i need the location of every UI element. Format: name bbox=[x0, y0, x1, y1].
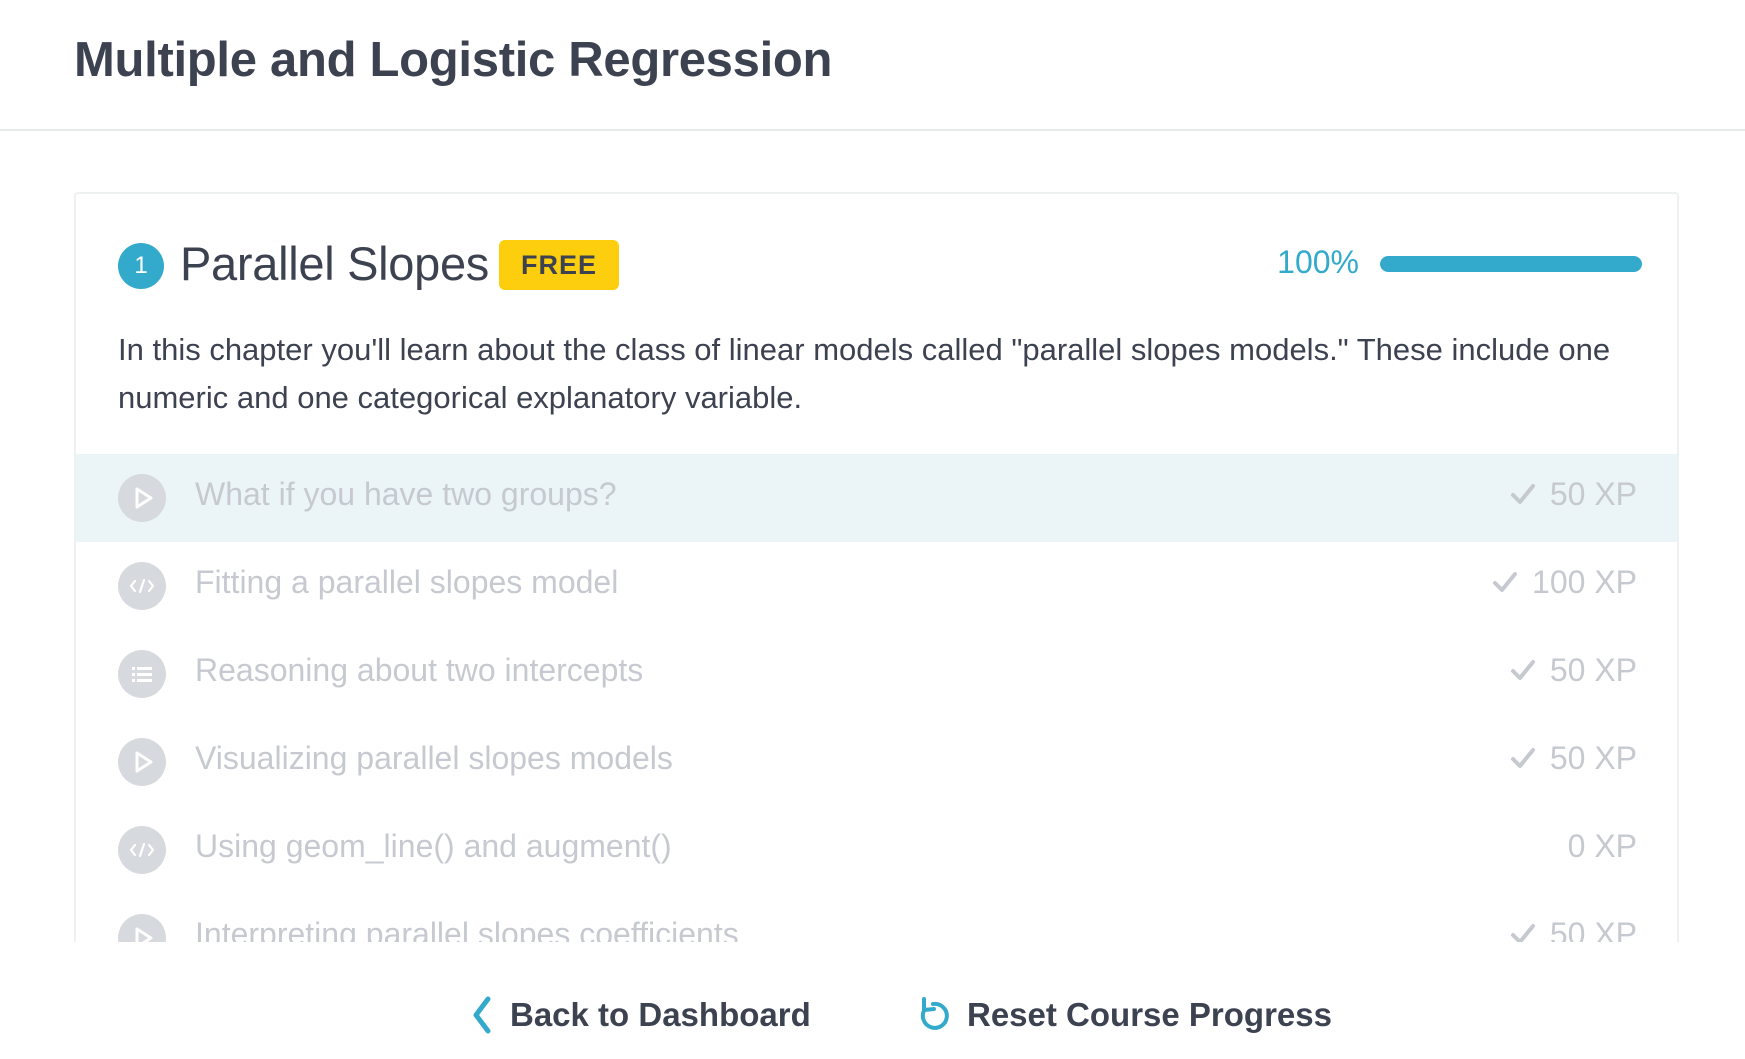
exercise-xp-label: 50 XP bbox=[1549, 652, 1637, 688]
exercise-xp: 100 XP bbox=[1492, 564, 1637, 601]
exercise-row[interactable]: Interpreting parallel slopes coefficient… bbox=[76, 894, 1677, 942]
exercise-xp: 50 XP bbox=[1510, 476, 1637, 513]
exercise-xp-label: 50 XP bbox=[1549, 476, 1637, 512]
reset-icon bbox=[920, 997, 949, 1030]
list-icon bbox=[118, 650, 166, 698]
exercise-xp-label: 0 XP bbox=[1567, 828, 1637, 864]
exercise-list: What if you have two groups? 50 XP Fitting… bbox=[76, 454, 1677, 942]
chevron-left-icon bbox=[473, 996, 491, 1034]
checkmark-icon bbox=[1510, 660, 1535, 680]
exercise-xp-label: 50 XP bbox=[1549, 916, 1637, 942]
exercise-title[interactable]: Reasoning about two intercepts bbox=[195, 652, 643, 689]
exercise-xp-label: 50 XP bbox=[1549, 740, 1637, 776]
exercise-xp: 0 XP bbox=[1568, 828, 1637, 865]
exercise-xp: 50 XP bbox=[1510, 740, 1637, 777]
exercise-row[interactable]: Visualizing parallel slopes models 50 XP bbox=[76, 718, 1677, 806]
exercise-title[interactable]: What if you have two groups? bbox=[195, 476, 617, 513]
exercise-xp: 50 XP bbox=[1510, 652, 1637, 689]
video-icon bbox=[118, 474, 166, 522]
exercise-row[interactable]: What if you have two groups? 50 XP bbox=[76, 454, 1677, 542]
exercise-row[interactable]: Reasoning about two intercepts 50 XP bbox=[76, 630, 1677, 718]
video-icon bbox=[118, 914, 166, 942]
reset-course-progress-label: Reset Course Progress bbox=[967, 996, 1332, 1033]
exercise-title[interactable]: Using geom_line() and augment() bbox=[195, 828, 672, 865]
exercise-title[interactable]: Interpreting parallel slopes coefficient… bbox=[195, 916, 739, 942]
exercise-title[interactable]: Visualizing parallel slopes models bbox=[195, 740, 673, 777]
progress-bar bbox=[1380, 256, 1642, 272]
chapter-description: In this chapter you'll learn about the c… bbox=[118, 332, 1611, 415]
page-header: Multiple and Logistic Regression bbox=[0, 0, 1745, 131]
progress-percent: 100% bbox=[1277, 244, 1359, 280]
chapter-number-badge: 1 bbox=[118, 243, 164, 289]
checkmark-icon bbox=[1510, 484, 1535, 504]
back-to-dashboard-button[interactable]: Back to Dashboard bbox=[470, 985, 811, 1045]
checkmark-icon bbox=[1510, 924, 1535, 942]
code-icon bbox=[118, 826, 166, 874]
checkmark-icon bbox=[1510, 748, 1535, 768]
exercise-xp: 50 XP bbox=[1510, 916, 1637, 942]
checkmark-icon bbox=[1493, 572, 1518, 592]
code-icon bbox=[118, 562, 166, 610]
course-title: Multiple and Logistic Regression bbox=[74, 33, 833, 87]
reset-course-progress-button[interactable]: Reset Course Progress bbox=[915, 985, 1332, 1045]
back-to-dashboard-label: Back to Dashboard bbox=[510, 996, 811, 1033]
video-icon bbox=[118, 738, 166, 786]
progress-bar-fill bbox=[1380, 256, 1642, 272]
exercise-row[interactable]: Using geom_line() and augment() 0 XP bbox=[76, 806, 1677, 894]
exercise-title[interactable]: Fitting a parallel slopes model bbox=[195, 564, 618, 601]
exercise-xp-label: 100 XP bbox=[1532, 564, 1637, 600]
chapter-card: 1 Parallel Slopes FREE 100% In this chap… bbox=[74, 192, 1679, 942]
chapter-title[interactable]: Parallel Slopes bbox=[180, 236, 489, 291]
footer-actions: Back to Dashboard Reset Course Progress bbox=[0, 985, 1745, 1045]
exercise-row[interactable]: Fitting a parallel slopes model 100 XP bbox=[76, 542, 1677, 630]
free-badge: FREE bbox=[499, 240, 620, 290]
